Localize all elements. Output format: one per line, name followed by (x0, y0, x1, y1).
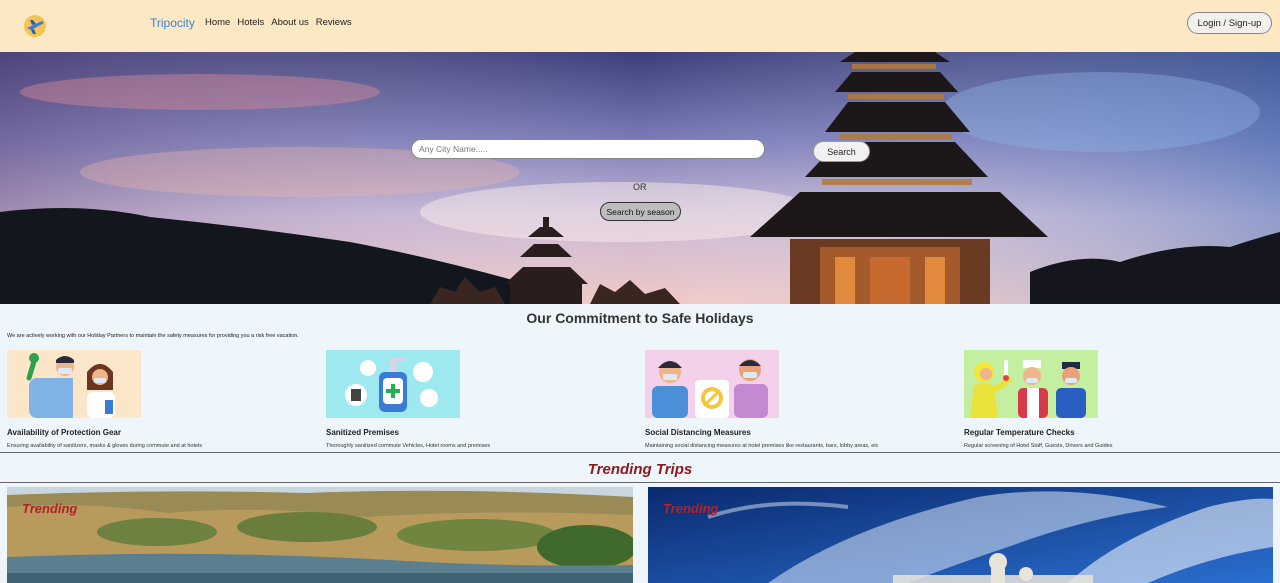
hero-banner: Any City Name..... Search OR Search by s… (0, 52, 1280, 304)
protection-gear-illustration (7, 350, 141, 418)
trending-trip-card-2[interactable]: Trending (648, 487, 1273, 583)
card-title: Availability of Protection Gear (7, 428, 121, 437)
nav-hotels[interactable]: Hotels (237, 17, 264, 28)
card-desc: Regular screening of Hotel Staff, Guests… (964, 443, 1113, 449)
merlion-sky-image (648, 487, 1273, 583)
card-social-distancing: Social Distancing Measures Maintaining s… (645, 350, 945, 449)
card-desc: Ensuring availability of sanitizers, mas… (7, 443, 203, 449)
social-distancing-illustration (645, 350, 779, 418)
sanitizer-illustration (326, 350, 460, 418)
airplane-logo-icon[interactable] (22, 13, 48, 39)
card-desc: Maintaining social distancing measures a… (645, 443, 879, 449)
city-search-input[interactable]: Any City Name..... (411, 139, 765, 159)
nav-reviews[interactable]: Reviews (316, 17, 352, 28)
card-title: Social Distancing Measures (645, 428, 751, 437)
login-signup-button[interactable]: Login / Sign-up (1187, 12, 1272, 34)
card-temperature-checks: Regular Temperature Checks Regular scree… (964, 350, 1264, 449)
trending-badge: Trending (22, 501, 78, 516)
or-divider-text: OR (633, 182, 647, 192)
lake-landscape-image (7, 487, 633, 583)
search-by-season-button[interactable]: Search by season (600, 202, 681, 221)
nav-home[interactable]: Home (205, 17, 230, 28)
commitment-heading: Our Commitment to Safe Holidays (526, 310, 754, 326)
commitment-description: We are actively working with our Holiday… (7, 333, 299, 339)
trending-trip-card-1[interactable]: Trending (7, 487, 633, 583)
top-navbar: Tripocity Home Hotels About us Reviews L… (0, 0, 1280, 52)
section-divider (0, 452, 1280, 453)
card-sanitized-premises: Sanitized Premises Thoroughly sanitized … (326, 350, 626, 449)
brand-link[interactable]: Tripocity (150, 16, 195, 30)
nav-about-us[interactable]: About us (271, 17, 309, 28)
card-desc: Thoroughly sanitized commute Vehicles, H… (326, 443, 491, 449)
search-button[interactable]: Search (813, 141, 870, 162)
temperature-check-illustration (964, 350, 1098, 418)
trending-trips-heading: Trending Trips (587, 461, 693, 478)
card-title: Sanitized Premises (326, 428, 399, 437)
main-nav: Home Hotels About us Reviews (205, 17, 352, 28)
trending-badge: Trending (663, 501, 719, 516)
section-divider (0, 482, 1280, 483)
card-title: Regular Temperature Checks (964, 428, 1075, 437)
temple-sunset-image (0, 52, 1280, 304)
card-protection-gear: Availability of Protection Gear Ensuring… (7, 350, 307, 449)
